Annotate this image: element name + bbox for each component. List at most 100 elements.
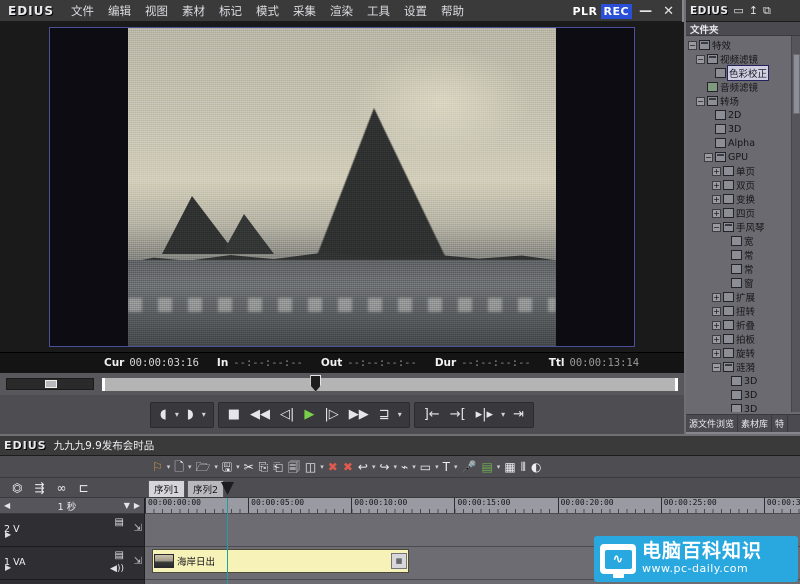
duplicate-icon[interactable]: 🗐 (286, 461, 302, 473)
track-enable-icon[interactable]: ▤ (115, 517, 124, 528)
collapse-icon[interactable]: − (696, 96, 705, 106)
menu-item-2[interactable]: 视图 (138, 0, 175, 22)
set-in-point-button[interactable]: ◖ (156, 406, 171, 423)
chevron-down-icon[interactable]: ▾ (371, 463, 377, 471)
menu-item-1[interactable]: 编辑 (101, 0, 138, 22)
audio-mixer-icon[interactable]: ⦀ (519, 461, 528, 473)
collapse-icon[interactable]: − (712, 362, 721, 372)
tree-node-21[interactable]: + 拍板 (686, 332, 791, 346)
expand-icon[interactable]: + (712, 180, 721, 190)
window-icon[interactable]: ▭ (733, 4, 743, 17)
tree-node-22[interactable]: + 旋转 (686, 346, 791, 360)
timeline-clip-0[interactable]: 海岸日出 ▦ (152, 549, 409, 573)
chevron-down-icon[interactable]: ▾ (434, 463, 440, 471)
group-icon[interactable]: ◫ (303, 461, 318, 473)
chevron-down-icon[interactable]: ▾ (200, 410, 208, 419)
tree-node-15[interactable]: 常 (686, 248, 791, 262)
timecode-value[interactable]: 00:00:13:14 (570, 357, 640, 369)
bin-tab-1[interactable]: 素材库 (738, 415, 773, 432)
tree-node-26[interactable]: 3D (686, 402, 791, 412)
ripple-mode-icon[interactable]: ⇶ (32, 482, 46, 494)
snap-icon[interactable]: ⏣ (10, 482, 24, 494)
tree-node-5[interactable]: 2D (686, 108, 791, 122)
scrollbar-thumb[interactable] (793, 54, 800, 114)
tree-node-16[interactable]: 常 (686, 262, 791, 276)
match-frame-icon[interactable]: ▭ (418, 461, 433, 473)
menu-item-6[interactable]: 采集 (286, 0, 323, 22)
timecode-value[interactable]: --:--:--:-- (233, 357, 303, 369)
loop-button[interactable]: ⊒ (375, 406, 394, 423)
scrubber-row[interactable] (0, 373, 684, 395)
menu-item-9[interactable]: 设置 (397, 0, 434, 22)
timeline-ruler[interactable]: 00:00:00:00 00:00:05:00 00:00:10:00 00:00:1… (145, 498, 800, 514)
group-mode-icon[interactable]: ⊏ (77, 482, 91, 494)
tree-node-11[interactable]: + 变换 (686, 192, 791, 206)
title-icon[interactable]: T (441, 461, 452, 473)
track-tool-icon[interactable]: ⇲ (134, 556, 142, 567)
add-to-timeline-button[interactable]: ▸|▸ (472, 406, 497, 423)
sequence-tab-1[interactable]: 序列2 (187, 480, 225, 497)
trim-out-button[interactable]: →[ (446, 406, 470, 423)
menu-item-4[interactable]: 标记 (212, 0, 249, 22)
chevron-down-icon[interactable]: ▾ (235, 463, 241, 471)
tree-node-14[interactable]: 宽 (686, 234, 791, 248)
chevron-down-icon[interactable]: ▾ (213, 463, 219, 471)
expand-icon[interactable]: + (712, 334, 721, 344)
copy-icon[interactable]: ⎘ (257, 461, 271, 473)
effects-tree[interactable]: − 特效 − 视频滤镜 色彩校正 音频滤镜 − 转场 2D 3D Alpha − GPU + 单页 + 双页 + 变… (686, 36, 791, 412)
minimize-button[interactable]: — (635, 4, 656, 19)
menu-item-8[interactable]: 工具 (360, 0, 397, 22)
chevron-down-icon[interactable]: ▾ (393, 463, 399, 471)
tree-node-4[interactable]: − 转场 (686, 94, 791, 108)
stop-button[interactable]: ■ (224, 406, 244, 423)
tree-node-6[interactable]: 3D (686, 122, 791, 136)
video-frame[interactable] (49, 27, 635, 347)
delete-clip-icon[interactable]: ✖ (341, 461, 355, 473)
track-tool-icon[interactable]: ⇲ (134, 523, 142, 534)
insert-button[interactable]: ⇥ (509, 406, 528, 423)
expand-icon[interactable]: + (712, 194, 721, 204)
shuttle-knob[interactable] (45, 380, 57, 388)
collapse-icon[interactable]: − (704, 152, 713, 162)
tree-node-12[interactable]: + 四页 (686, 206, 791, 220)
chevron-down-icon[interactable]: ▾ (166, 463, 172, 471)
export-icon[interactable]: ▤ (479, 461, 494, 473)
previous-frame-button[interactable]: ◁| (276, 406, 298, 423)
chevron-down-icon[interactable]: ▾ (319, 463, 325, 471)
expand-icon[interactable]: + (712, 166, 721, 176)
set-out-point-button[interactable]: ◗ (183, 406, 198, 423)
player-playhead[interactable] (310, 374, 322, 392)
player-mode-label[interactable]: PLR (572, 5, 597, 18)
zoom-next-icon[interactable]: ▶ (134, 501, 140, 510)
chevron-down-icon[interactable]: ▾ (187, 463, 193, 471)
link-mode-icon[interactable]: ∞ (55, 482, 69, 494)
tree-node-1[interactable]: − 视频滤镜 (686, 52, 791, 66)
effects-tree-scrollbar[interactable] (791, 36, 800, 412)
tree-node-10[interactable]: + 双页 (686, 178, 791, 192)
video-preview-area[interactable] (0, 22, 684, 352)
menu-item-5[interactable]: 模式 (249, 0, 286, 22)
expand-icon[interactable]: + (712, 208, 721, 218)
bin-tab-0[interactable]: 源文件浏览 (686, 415, 739, 432)
play-button[interactable]: ▶ (300, 406, 318, 423)
tree-node-20[interactable]: + 折叠 (686, 318, 791, 332)
track-header-0[interactable]: 2 V ▤ ▶ ⇲ (0, 514, 144, 547)
tree-node-18[interactable]: + 扩展 (686, 290, 791, 304)
undo-icon[interactable]: ↩ (356, 461, 370, 473)
new-project-icon[interactable]: 🗋 (172, 461, 186, 473)
tree-node-7[interactable]: Alpha (686, 136, 791, 150)
tree-node-3[interactable]: 音频滤镜 (686, 80, 791, 94)
delete-transition-icon[interactable]: ✖ (326, 461, 340, 473)
chevron-down-icon[interactable]: ▾ (173, 410, 181, 419)
save-project-icon[interactable]: 🖫 (220, 461, 234, 473)
tree-node-13[interactable]: − 手风琴 (686, 220, 791, 234)
color-balance-icon[interactable]: ◐ (529, 461, 543, 473)
timecode-value[interactable]: --:--:--:-- (347, 357, 417, 369)
chevron-down-icon[interactable]: ▾ (453, 463, 459, 471)
cut-icon[interactable]: ✂ (242, 461, 256, 473)
tree-node-24[interactable]: 3D (686, 374, 791, 388)
chevron-down-icon[interactable]: ▾ (499, 410, 507, 419)
collapse-icon[interactable]: − (688, 40, 697, 50)
timecode-value[interactable]: --:--:--:-- (461, 357, 531, 369)
tree-node-9[interactable]: + 单页 (686, 164, 791, 178)
